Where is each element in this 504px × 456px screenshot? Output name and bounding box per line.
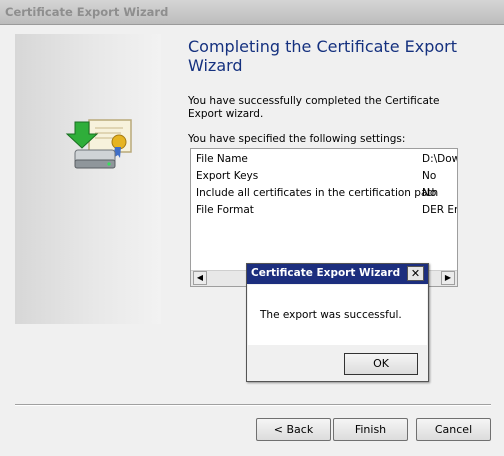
setting-key: File Name — [196, 153, 248, 165]
cancel-button[interactable]: Cancel — [416, 418, 491, 441]
success-dialog: Certificate Export Wizard ✕ The export w… — [246, 263, 429, 382]
footer-divider — [15, 404, 491, 406]
setting-key: File Format — [196, 204, 254, 216]
setting-key: Include all certificates in the certific… — [196, 187, 439, 199]
list-item: File Format DER En — [196, 204, 458, 220]
setting-value: No — [422, 170, 437, 182]
setting-key: Export Keys — [196, 170, 259, 182]
completion-message: You have successfully completed the Cert… — [188, 95, 440, 120]
dialog-message: The export was successful. — [260, 309, 402, 321]
dialog-title-bar[interactable]: Certificate Export Wizard ✕ — [247, 264, 428, 284]
setting-value: DER En — [422, 204, 458, 216]
dialog-body: The export was successful. — [248, 285, 427, 345]
setting-value: No — [422, 187, 437, 199]
page-title: Completing the Certificate Export Wizard — [188, 37, 458, 75]
list-item: Include all certificates in the certific… — [196, 187, 457, 203]
window-title: Certificate Export Wizard — [5, 5, 169, 19]
scroll-left-icon[interactable]: ◀ — [193, 271, 207, 285]
list-item: Export Keys No — [196, 170, 457, 186]
dialog-title: Certificate Export Wizard — [251, 267, 401, 279]
wizard-side-panel — [15, 34, 161, 324]
close-icon[interactable]: ✕ — [407, 266, 424, 281]
certificate-export-icon — [65, 119, 132, 169]
list-item: File Name D:\Dow — [196, 153, 458, 169]
back-button[interactable]: < Back — [256, 418, 331, 441]
setting-value: D:\Dow — [422, 153, 458, 165]
finish-button[interactable]: Finish — [333, 418, 408, 441]
scroll-right-icon[interactable]: ▶ — [441, 271, 455, 285]
wizard-window: Certificate Export Wizard Completing the… — [0, 0, 504, 456]
settings-label: You have specified the following setting… — [188, 133, 406, 145]
title-bar[interactable]: Certificate Export Wizard — [0, 0, 504, 25]
ok-button[interactable]: OK — [344, 353, 418, 375]
